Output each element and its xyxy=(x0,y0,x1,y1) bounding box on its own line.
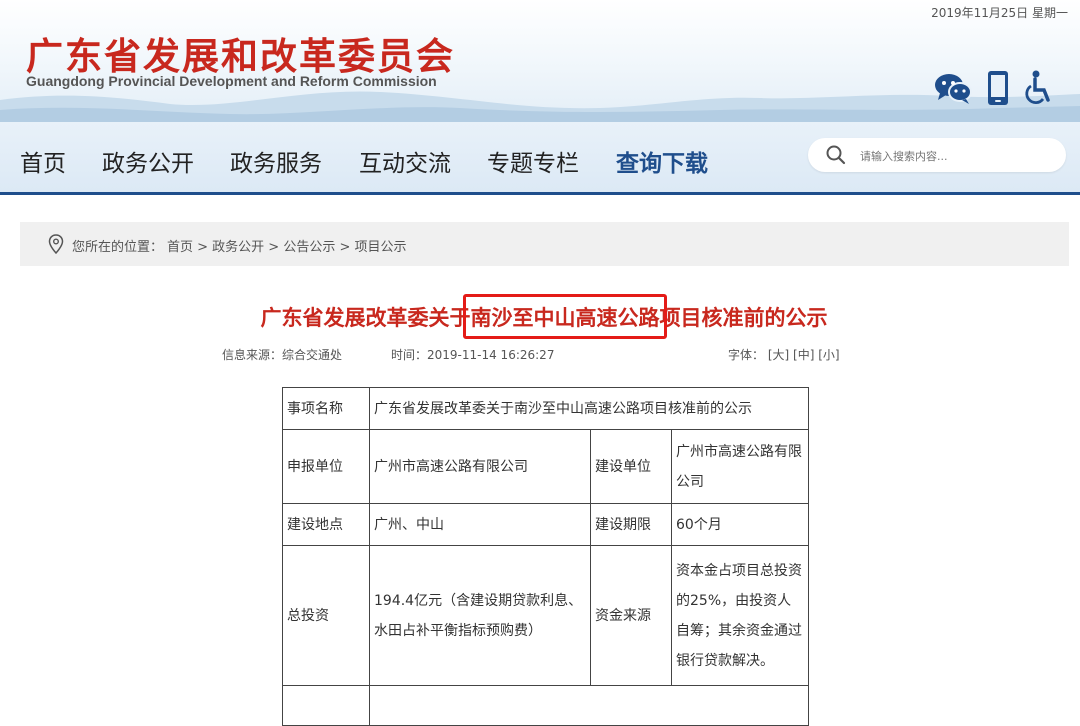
site-logo-subtitle: Guangdong Provincial Development and Ref… xyxy=(26,73,437,89)
highlight-box xyxy=(463,294,667,339)
header-icons xyxy=(934,70,1054,110)
nav-item-government-affairs[interactable]: 政务公开 xyxy=(102,144,194,178)
location-pin-icon xyxy=(48,234,64,258)
table-cell-label: 建设单位 xyxy=(590,429,672,504)
font-size-label: 字体： xyxy=(728,348,765,362)
article-source: 信息来源：综合交通处 xyxy=(222,348,343,362)
site-header: 2019年11月25日 星期一 广东省发展和改革委员会 Guangdong Pr… xyxy=(0,0,1080,122)
search-box xyxy=(808,138,1066,172)
nav-item-special-topics[interactable]: 专题专栏 xyxy=(487,144,579,178)
search-input[interactable] xyxy=(858,144,1052,168)
table-cell-value: 广州、中山 xyxy=(369,503,591,546)
table-cell-empty xyxy=(282,685,370,726)
search-icon[interactable] xyxy=(826,145,846,169)
breadcrumb-prefix: 您所在的位置： xyxy=(72,240,164,255)
font-size-control: 字体： [大] [中] [小] xyxy=(728,346,840,363)
table-cell-empty xyxy=(369,685,809,726)
table-cell-label: 建设期限 xyxy=(590,503,672,546)
breadcrumb-path[interactable]: 首页 > 政务公开 > 公告公示 > 项目公示 xyxy=(167,240,406,255)
nav-item-query-download[interactable]: 查询下载 xyxy=(616,144,708,178)
nav-item-home[interactable]: 首页 xyxy=(20,144,66,178)
font-size-medium-button[interactable]: [中] xyxy=(793,348,814,362)
wechat-icon[interactable] xyxy=(934,71,972,109)
table-cell-value: 60个月 xyxy=(671,503,809,546)
table-row: 申报单位 广州市高速公路有限公司 建设单位 广州市高速公路有限公司 xyxy=(282,429,809,504)
table-row: 事项名称 广东省发展改革委关于南沙至中山高速公路项目核准前的公示 xyxy=(282,387,809,430)
current-date: 2019年11月25日 星期一 xyxy=(931,6,1068,20)
mobile-icon[interactable] xyxy=(986,70,1010,110)
table-cell-label: 资金来源 xyxy=(590,545,672,686)
accessibility-icon[interactable] xyxy=(1024,70,1054,110)
table-cell-label: 总投资 xyxy=(282,545,370,686)
breadcrumb: 您所在的位置： 首页 > 政务公开 > 公告公示 > 项目公示 xyxy=(20,222,1069,266)
table-cell-value: 资本金占项目总投资的25%，由投资人自筹；其余资金通过银行贷款解决。 xyxy=(671,545,809,686)
table-cell-label: 申报单位 xyxy=(282,429,370,504)
nav-item-interaction[interactable]: 互动交流 xyxy=(359,144,451,178)
table-row: 建设地点 广州、中山 建设期限 60个月 xyxy=(282,503,809,546)
table-cell-label: 建设地点 xyxy=(282,503,370,546)
table-cell-value: 广州市高速公路有限公司 xyxy=(671,429,809,504)
site-logo-title[interactable]: 广东省发展和改革委员会 xyxy=(26,26,455,80)
font-size-large-button[interactable]: [大] xyxy=(768,348,789,362)
table-cell-value: 194.4亿元（含建设期贷款利息、水田占补平衡指标预购费） xyxy=(369,545,591,686)
table-cell-value: 广州市高速公路有限公司 xyxy=(369,429,591,504)
table-row: 总投资 194.4亿元（含建设期贷款利息、水田占补平衡指标预购费） 资金来源 资… xyxy=(282,545,809,686)
article-time: 时间：2019-11-14 16:26:27 xyxy=(391,348,555,362)
table-row xyxy=(282,685,809,726)
font-size-small-button[interactable]: [小] xyxy=(818,348,839,362)
project-info-table: 事项名称 广东省发展改革委关于南沙至中山高速公路项目核准前的公示 申报单位 广州… xyxy=(282,387,809,726)
nav-item-government-services[interactable]: 政务服务 xyxy=(230,144,322,178)
table-cell-value: 广东省发展改革委关于南沙至中山高速公路项目核准前的公示 xyxy=(369,387,809,430)
table-cell-label: 事项名称 xyxy=(282,387,370,430)
